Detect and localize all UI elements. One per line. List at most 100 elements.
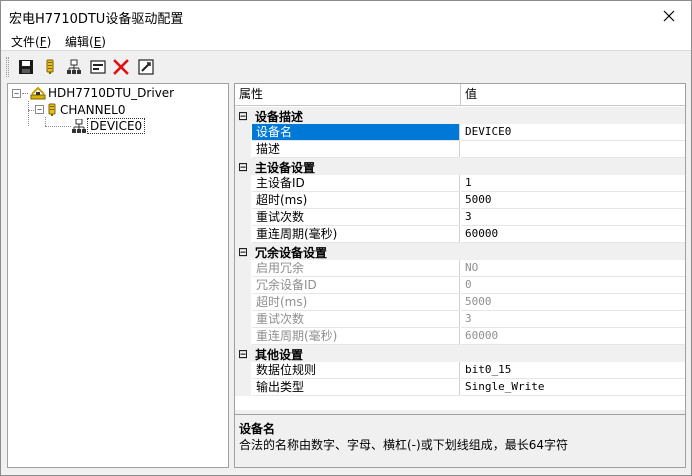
property-value[interactable]: 3	[461, 209, 685, 226]
property-name: 重连周期(毫秒)	[252, 328, 460, 345]
help-description: 合法的名称由数字、字母、横杠(-)或下划线组成，最长64字符	[239, 438, 568, 452]
category-label: 设备描述	[255, 110, 304, 124]
category-label: 其他设置	[255, 348, 304, 362]
menu-edit[interactable]: 编辑(E)	[65, 33, 106, 50]
row-margin	[235, 192, 251, 209]
tree-line	[45, 126, 71, 127]
property-value: 0	[461, 277, 685, 294]
device-tree: − HDH7710DTU_Driver − CHANNEL0 DEVICE0	[7, 83, 229, 468]
property-value[interactable]: 5000	[461, 192, 685, 209]
menu-edit-key: E	[93, 35, 102, 49]
add-channel-button[interactable]	[41, 58, 59, 76]
tree-item-device[interactable]: DEVICE0	[71, 118, 146, 134]
channel-icon	[48, 103, 56, 116]
row-margin	[235, 124, 251, 141]
properties-button[interactable]	[137, 58, 155, 76]
category-label: 主设备设置	[255, 161, 316, 175]
property-name: 主设备ID	[252, 175, 460, 192]
property-value: 5000	[461, 294, 685, 311]
property-row[interactable]: 主设备ID 1	[235, 175, 685, 192]
property-row[interactable]: 超时(ms) 5000	[235, 192, 685, 209]
tree-item-label: CHANNEL0	[60, 103, 126, 117]
help-box: 设备名 合法的名称由数字、字母、横杠(-)或下划线组成，最长64字符	[235, 414, 685, 467]
menu-file[interactable]: 文件(F)	[11, 33, 51, 50]
tree-collapse-channel[interactable]: −	[35, 105, 44, 114]
property-name: 重试次数	[252, 311, 460, 328]
property-panel: 属性 值 ⊟ 设备描述 设备名 DEVICE0 描述 ⊟ 主设备设置 主设备ID…	[234, 83, 686, 468]
row-margin	[235, 311, 251, 328]
property-row: 启用冗余 NO	[235, 260, 685, 277]
row-margin	[235, 379, 251, 396]
save-button[interactable]	[17, 58, 35, 76]
toolbar	[1, 52, 691, 82]
property-name: 启用冗余	[252, 260, 460, 277]
row-margin	[235, 175, 251, 192]
menu-edit-label: 编辑	[65, 35, 90, 49]
card-icon	[90, 60, 106, 74]
category-other-settings[interactable]: ⊟ 其他设置	[235, 345, 685, 362]
row-margin	[235, 226, 251, 243]
property-value[interactable]: DEVICE0	[461, 124, 685, 141]
category-redundant-device[interactable]: ⊟ 冗余设备设置	[235, 243, 685, 260]
property-row: 重试次数 3	[235, 311, 685, 328]
property-name: 描述	[252, 141, 460, 158]
property-name: 数据位规则	[252, 362, 460, 379]
add-device-button[interactable]	[65, 58, 83, 76]
tree-line	[22, 93, 28, 94]
property-name: 设备名	[252, 124, 460, 141]
row-margin	[235, 209, 251, 226]
property-value: NO	[461, 260, 685, 277]
collapse-icon[interactable]: ⊟	[238, 245, 248, 259]
property-row[interactable]: 数据位规则 bit0_15	[235, 362, 685, 379]
title-bar: 宏电H7710DTU设备驱动配置	[1, 1, 691, 31]
header-property[interactable]: 属性	[235, 84, 461, 105]
category-master-device[interactable]: ⊟ 主设备设置	[235, 158, 685, 175]
close-icon	[663, 10, 675, 22]
help-title: 设备名	[239, 422, 276, 436]
property-value[interactable]: bit0_15	[461, 362, 685, 379]
row-margin	[235, 328, 251, 345]
property-name: 冗余设备ID	[252, 277, 460, 294]
delete-button[interactable]	[112, 58, 130, 76]
driver-icon	[30, 86, 46, 100]
device-icon	[72, 119, 86, 133]
add-channel-icon	[46, 59, 54, 74]
close-button[interactable]	[655, 4, 683, 28]
tree-collapse-root[interactable]: −	[12, 89, 21, 98]
menu-bar: 文件(F) 编辑(E)	[1, 31, 691, 51]
tree-item-label: DEVICE0	[87, 118, 146, 134]
property-row[interactable]: 重连周期(毫秒) 60000	[235, 226, 685, 243]
save-icon	[19, 60, 33, 74]
property-value: 60000	[461, 328, 685, 345]
tree-item-channel[interactable]: CHANNEL0	[46, 102, 127, 118]
category-device-description[interactable]: ⊟ 设备描述	[235, 107, 685, 124]
add-device-icon	[67, 59, 81, 74]
delete-icon	[113, 59, 129, 75]
collapse-icon[interactable]: ⊟	[238, 160, 248, 174]
property-grid: 属性 值 ⊟ 设备描述 设备名 DEVICE0 描述 ⊟ 主设备设置 主设备ID…	[235, 84, 685, 410]
header-value[interactable]: 值	[461, 84, 685, 105]
property-value[interactable]: 60000	[461, 226, 685, 243]
collapse-icon[interactable]: ⊟	[238, 109, 248, 123]
property-row[interactable]: 输出类型 Single_Write	[235, 379, 685, 396]
property-value[interactable]	[461, 141, 685, 158]
menu-file-key: F	[39, 35, 47, 49]
property-row[interactable]: 重试次数 3	[235, 209, 685, 226]
collapse-icon[interactable]: ⊟	[238, 347, 248, 361]
row-margin	[235, 141, 251, 158]
property-row[interactable]: 描述	[235, 141, 685, 158]
grid-header: 属性 值	[235, 84, 685, 106]
property-row[interactable]: 设备名 DEVICE0	[235, 124, 685, 141]
property-row: 超时(ms) 5000	[235, 294, 685, 311]
tree-item-driver[interactable]: HDH7710DTU_Driver	[30, 85, 176, 101]
toolbar-grip[interactable]	[6, 57, 9, 77]
property-value[interactable]: 1	[461, 175, 685, 192]
row-margin	[235, 294, 251, 311]
property-value[interactable]: Single_Write	[461, 379, 685, 396]
properties-icon	[138, 59, 154, 75]
card-button[interactable]	[89, 58, 107, 76]
app-window: 宏电H7710DTU设备驱动配置 文件(F) 编辑(E) − HDH7710DT…	[0, 0, 692, 476]
row-margin	[235, 277, 251, 294]
property-value: 3	[461, 311, 685, 328]
menu-file-label: 文件	[11, 35, 36, 49]
